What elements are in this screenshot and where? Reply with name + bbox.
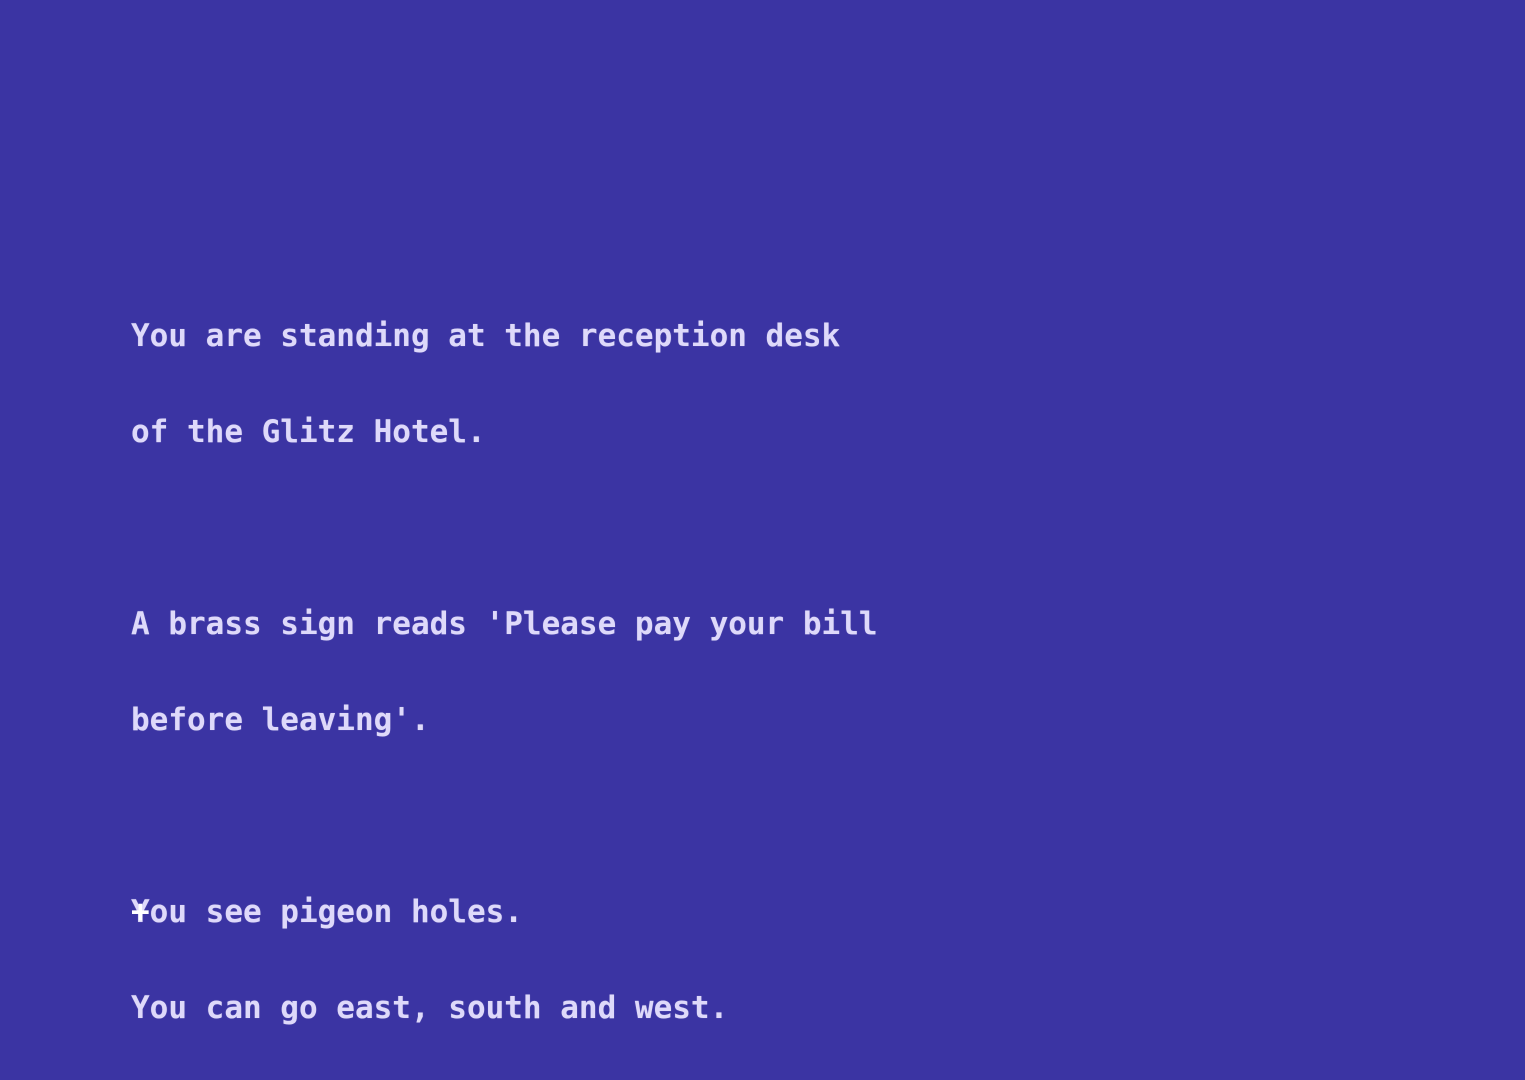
room-description-line: of the Glitz Hotel. [131,414,486,450]
game-screen: You are standing at the reception desk o… [0,0,1525,1080]
room-exits-line: You can go east, south and west. [131,990,729,1026]
game-console: You are standing at the reception desk o… [131,128,1461,1080]
room-objects-line: You see pigeon holes. [131,894,523,930]
input-cursor[interactable]: + [131,896,150,928]
room-description-line: before leaving'. [131,702,430,738]
room-description: You are standing at the reception desk o… [131,256,1461,1080]
room-description-line: You are standing at the reception desk [131,318,841,354]
room-description-line: A brass sign reads 'Please pay your bill [131,606,878,642]
